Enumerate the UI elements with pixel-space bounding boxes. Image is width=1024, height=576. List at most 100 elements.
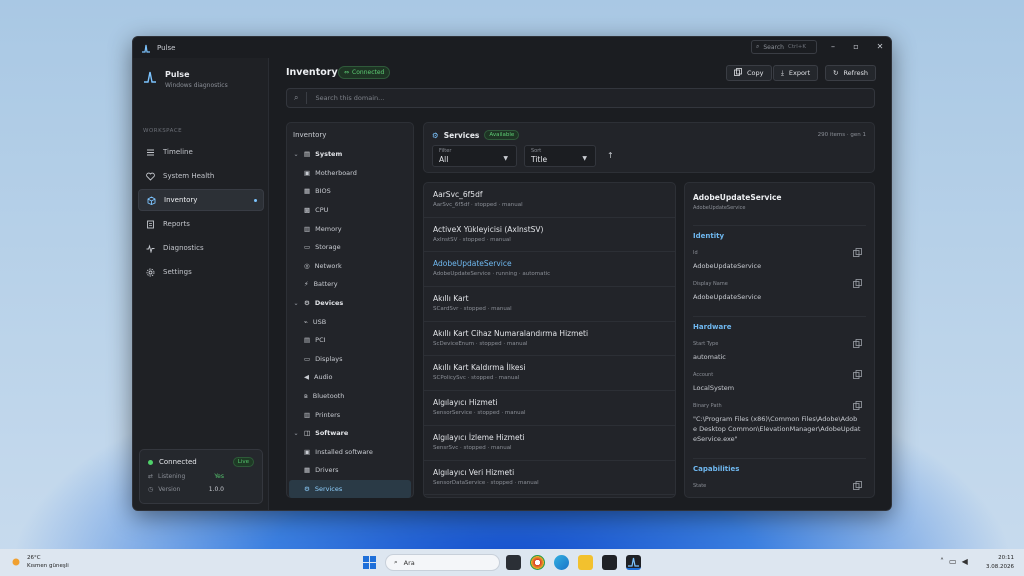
list-item[interactable]: Algılayıcı İzleme Hizmeti SensrSvc · stop… xyxy=(424,426,675,461)
field-account: Account LocalSystem xyxy=(693,370,866,393)
clock[interactable]: 20:11 3.08.2026 xyxy=(986,554,1014,572)
tree-group-devices[interactable]: ⌄ ⚙ Devices xyxy=(287,294,413,313)
field-value: AdobeUpdateService xyxy=(693,293,762,301)
maximize-button[interactable]: ▫ xyxy=(849,41,863,53)
tree-item-memory[interactable]: ▥ Memory xyxy=(287,219,413,238)
network-icon[interactable]: ▭ xyxy=(949,557,957,566)
search-icon: ⌕ xyxy=(756,43,760,50)
sidebar-item-reports[interactable]: Reports xyxy=(138,213,264,235)
gear-icon xyxy=(145,267,155,277)
tree-item-audio[interactable]: ◀ Audio xyxy=(287,368,413,387)
task-view-icon[interactable] xyxy=(506,555,521,570)
tree-group-system[interactable]: ⌄ ▤ System xyxy=(287,145,413,164)
copy-icon[interactable] xyxy=(853,248,862,257)
search-divider xyxy=(306,92,308,104)
copy-button[interactable]: Copy xyxy=(726,65,772,81)
taskbar-search[interactable]: ⌕ Ara xyxy=(385,554,500,571)
list-item[interactable]: Algılayıcı Hizmeti SensorService · stoppe… xyxy=(424,391,675,426)
tree-item-drivers[interactable]: ▦ Drivers xyxy=(287,461,413,480)
network-icon: ◎ xyxy=(304,261,310,270)
service-name: Akıllı Kart Kaldırma İlkesi xyxy=(433,363,526,373)
package-icon: ▣ xyxy=(304,447,311,456)
chevron-up-icon[interactable]: ˄ xyxy=(940,557,944,566)
sort-select[interactable]: Sort Title ▼ xyxy=(524,145,596,167)
list-item[interactable]: AarSvc_6f5df AarSvc_6f5df · stopped · man… xyxy=(424,183,675,218)
listening-label: Listening xyxy=(158,473,186,480)
minimize-button[interactable]: – xyxy=(826,41,840,53)
tree-group-software[interactable]: ⌄ ◫ Software xyxy=(287,424,413,443)
service-detail: AdobeUpdateService · running · automatic xyxy=(433,271,551,278)
app-subtitle: Windows diagnostics xyxy=(165,82,228,89)
sidebar-item-system-health[interactable]: System Health xyxy=(138,165,264,187)
tree-item-pci[interactable]: ▤ PCI xyxy=(287,331,413,350)
volume-icon[interactable]: ◀ xyxy=(962,557,968,566)
tree-item-network[interactable]: ◎ Network xyxy=(287,257,413,276)
section-label: WORKSPACE xyxy=(143,128,183,134)
service-detail: SensrSvc · stopped · manual xyxy=(433,444,512,451)
list-item[interactable]: Algılayıcı Veri Hizmeti SensorDataService… xyxy=(424,461,675,496)
title-search-button[interactable]: ⌕ Search Ctrl+K xyxy=(751,40,817,54)
tree-item-storage[interactable]: ▭ Storage xyxy=(287,238,413,257)
copy-icon[interactable] xyxy=(853,481,862,490)
refresh-label: Refresh xyxy=(843,69,868,77)
list-item[interactable]: Akıllı Kart Kaldırma İlkesi SCPolicySvc ·… xyxy=(424,356,675,392)
service-name: ActiveX Yükleyicisi (AxInstSV) xyxy=(433,224,544,234)
domain-search-input[interactable] xyxy=(315,94,836,102)
list-item[interactable]: Akıllı Kart Cihaz Numaralandırma Hizmeti… xyxy=(424,322,675,357)
tree-item-installed-software[interactable]: ▣ Installed software xyxy=(287,443,413,462)
capabilities-section: Capabilities xyxy=(693,458,866,473)
tree-group-label: Devices xyxy=(314,299,344,308)
copy-icon[interactable] xyxy=(853,279,862,288)
chrome-icon[interactable] xyxy=(530,555,545,570)
field-label: Id xyxy=(693,250,698,256)
field-label: Display Name xyxy=(693,281,728,287)
sidebar-item-label: System Health xyxy=(163,172,215,180)
filter-select[interactable]: Filter All ▼ xyxy=(432,145,517,167)
list-item[interactable]: AdobeUpdateService AdobeUpdateService · r… xyxy=(424,252,675,288)
copy-icon[interactable] xyxy=(853,370,862,379)
sort-direction-button[interactable]: ↑ xyxy=(607,151,614,160)
field-state: State xyxy=(693,481,866,490)
connected-badge: ⇔ Connected xyxy=(338,66,391,79)
copy-icon[interactable] xyxy=(853,339,862,348)
tree-item-bluetooth[interactable]: ʙ Bluetooth xyxy=(287,387,413,406)
tree-item-displays[interactable]: ▭ Displays xyxy=(287,350,413,369)
tree-item-label: Network xyxy=(314,261,342,270)
domain-search[interactable]: ⌕ xyxy=(286,88,875,108)
refresh-button[interactable]: ↻ Refresh xyxy=(825,65,876,81)
sidebar-item-diagnostics[interactable]: Diagnostics xyxy=(138,237,264,259)
service-detail: ScDeviceEnum · stopped · manual xyxy=(433,340,528,347)
copy-icon[interactable] xyxy=(853,401,862,410)
search-shortcut: Ctrl+K xyxy=(788,44,807,50)
tree-item-battery[interactable]: ⚡ Battery xyxy=(287,275,413,294)
detail-panel: AdobeUpdateService AdobeUpdateService Id… xyxy=(684,182,875,498)
terminal-icon[interactable] xyxy=(602,555,617,570)
file-explorer-icon[interactable] xyxy=(578,555,593,570)
tree-item-label: Audio xyxy=(314,373,333,382)
close-button[interactable]: ✕ xyxy=(873,41,887,53)
pulse-app-icon[interactable] xyxy=(626,555,641,570)
service-detail: AarSvc_6f5df · stopped · manual xyxy=(433,202,523,208)
sidebar-item-settings[interactable]: Settings xyxy=(138,261,264,283)
sidebar-item-timeline[interactable]: Timeline xyxy=(138,141,264,163)
tree-item-label: PCI xyxy=(315,336,326,345)
export-button[interactable]: ⤓ Export xyxy=(773,65,819,81)
field-binary-path: Binary Path "C:\Program Files (x86)\Comm… xyxy=(693,401,866,444)
sidebar-item-label: Reports xyxy=(163,220,190,228)
taskbar: 26°C Kısmen güneşli ⌕ Ara ˄ ▭ ◀ 20:11 3.… xyxy=(0,549,1024,576)
list-item[interactable]: Akıllı Kart SCardSvr · stopped · manual xyxy=(424,287,675,322)
tree-item-printers[interactable]: ▥ Printers xyxy=(287,405,413,424)
weather-widget[interactable]: 26°C Kısmen güneşli xyxy=(10,554,69,570)
start-icon[interactable] xyxy=(362,555,377,570)
inventory-tree: Inventory ⌄ ▤ System ▣ Motherboard ▦ BIOS ▩ C… xyxy=(286,122,414,499)
item-count: 290 items · gen 1 xyxy=(817,132,866,138)
tree-item-usb[interactable]: ⌁ USB xyxy=(287,312,413,331)
tree-item-bios[interactable]: ▦ BIOS xyxy=(287,182,413,201)
title-bar: Pulse ⌕ Search Ctrl+K – ▫ ✕ xyxy=(133,37,891,58)
tree-item-motherboard[interactable]: ▣ Motherboard xyxy=(287,164,413,183)
list-item[interactable]: ActiveX Yükleyicisi (AxInstSV) AxInstSV ·… xyxy=(424,218,675,253)
sidebar-item-inventory[interactable]: Inventory xyxy=(138,189,264,211)
tree-item-services[interactable]: ⚙ Services xyxy=(289,479,411,499)
tree-item-cpu[interactable]: ▩ CPU xyxy=(287,201,413,220)
edge-icon[interactable] xyxy=(554,555,569,570)
